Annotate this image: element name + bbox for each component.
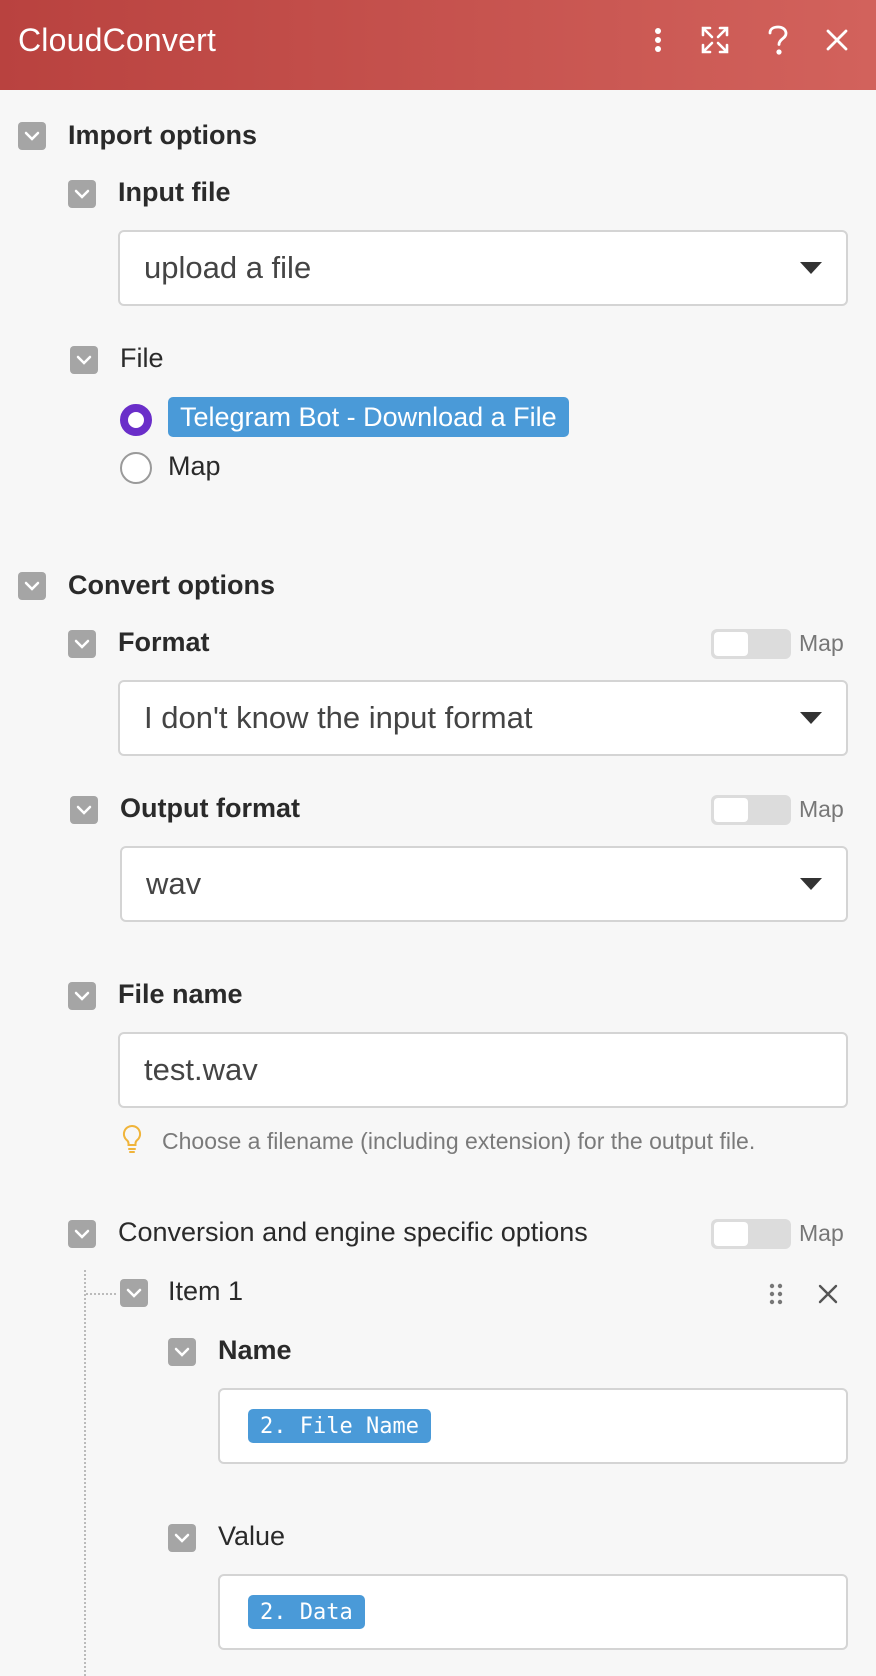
input-file-label: Input file xyxy=(118,177,231,207)
name-input[interactable]: 2. File Name xyxy=(218,1388,848,1464)
output-format-value: wav xyxy=(146,866,202,901)
section-title-import-options: Import options xyxy=(68,120,257,150)
radio-telegram-bot[interactable] xyxy=(120,404,152,436)
file-name-value: test.wav xyxy=(144,1052,258,1087)
collapse-chevron-icon[interactable] xyxy=(70,796,98,824)
input-file-value: upload a file xyxy=(144,250,312,285)
output-format-select[interactable]: wav xyxy=(120,846,848,922)
drag-handle-icon[interactable] xyxy=(768,1282,784,1311)
name-label: Name xyxy=(218,1335,292,1365)
engine-options-label: Conversion and engine specific options xyxy=(118,1217,588,1247)
mapped-value-pill[interactable]: 2. Data xyxy=(248,1595,365,1629)
collapse-chevron-icon[interactable] xyxy=(68,1220,96,1248)
map-toggle-label: Map xyxy=(799,1220,844,1246)
input-file-select[interactable]: upload a file xyxy=(118,230,848,306)
collapse-chevron-icon[interactable] xyxy=(120,1279,148,1307)
collapse-chevron-icon[interactable] xyxy=(168,1338,196,1366)
file-name-hint: Choose a filename (including extension) … xyxy=(162,1128,756,1154)
radio-map[interactable] xyxy=(120,452,152,484)
collapse-chevron-icon[interactable] xyxy=(70,346,98,374)
lightbulb-icon xyxy=(120,1124,144,1159)
map-toggle-label: Map xyxy=(799,796,844,822)
map-toggle[interactable] xyxy=(711,1219,791,1249)
tree-connector-line xyxy=(84,1270,86,1676)
file-label: File xyxy=(120,343,164,373)
file-name-label: File name xyxy=(118,979,243,1009)
value-label: Value xyxy=(218,1521,286,1551)
collapse-chevron-icon[interactable] xyxy=(18,572,46,600)
section-title-convert-options: Convert options xyxy=(68,570,275,600)
format-select[interactable]: I don't know the input format xyxy=(118,680,848,756)
map-toggle[interactable] xyxy=(711,629,791,659)
radio-map-label: Map xyxy=(168,451,221,481)
more-options-icon[interactable] xyxy=(640,22,676,58)
close-icon[interactable] xyxy=(819,22,855,58)
collapse-chevron-icon[interactable] xyxy=(68,630,96,658)
dropdown-caret-icon xyxy=(800,262,822,274)
item-label: Item 1 xyxy=(168,1276,244,1306)
map-toggle-label: Map xyxy=(799,630,844,656)
remove-item-icon[interactable] xyxy=(818,1284,838,1309)
dropdown-caret-icon xyxy=(800,712,822,724)
format-label: Format xyxy=(118,627,210,657)
collapse-chevron-icon[interactable] xyxy=(68,982,96,1010)
dropdown-caret-icon xyxy=(800,878,822,890)
map-toggle[interactable] xyxy=(711,795,791,825)
value-input[interactable]: 2. Data xyxy=(218,1574,848,1650)
tree-connector-branch xyxy=(86,1293,116,1295)
mapped-value-pill[interactable]: 2. File Name xyxy=(248,1409,431,1443)
collapse-chevron-icon[interactable] xyxy=(168,1524,196,1552)
mapped-value-pill[interactable]: Telegram Bot - Download a File xyxy=(168,397,569,437)
collapse-chevron-icon[interactable] xyxy=(18,122,46,150)
module-header: CloudConvert xyxy=(0,0,876,90)
file-name-input[interactable]: test.wav xyxy=(118,1032,848,1108)
module-title: CloudConvert xyxy=(18,22,217,58)
output-format-label: Output format xyxy=(120,793,300,823)
help-icon[interactable] xyxy=(760,22,796,58)
format-value: I don't know the input format xyxy=(144,700,533,735)
collapse-chevron-icon[interactable] xyxy=(68,180,96,208)
expand-icon[interactable] xyxy=(697,22,733,58)
